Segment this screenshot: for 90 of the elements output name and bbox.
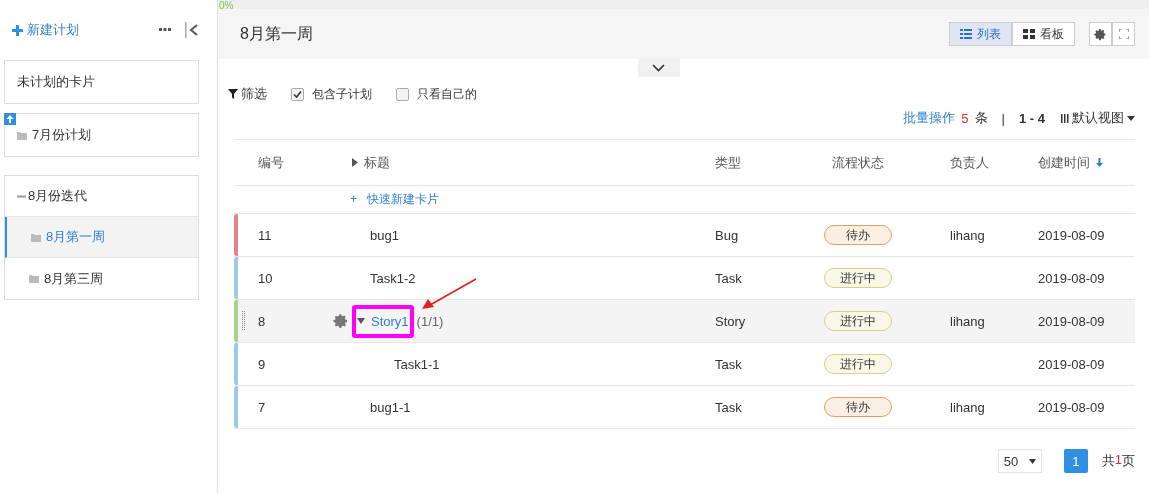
expand-toggle[interactable] [637, 59, 680, 77]
table-row[interactable]: 9 Task1-1 Task 进行中 2019-08-09 [234, 343, 1135, 386]
range-text: 1 - 4 [1019, 110, 1045, 126]
checkbox[interactable] [396, 87, 409, 101]
table-row[interactable]: 8 Story1 (1/1) Story 进行中 lihang 2019-08-09 [234, 300, 1135, 343]
table-cell-text: 8 [258, 313, 267, 329]
plus-icon [12, 24, 23, 36]
table-cell-text: 7 [258, 399, 267, 415]
plan-item[interactable]: 8月第一周 [5, 217, 198, 258]
expand-all-icon [352, 158, 358, 167]
column-header[interactable]: 标题 [330, 140, 715, 185]
funnel-icon [228, 89, 238, 99]
column-header[interactable]: 流程状态 [795, 140, 920, 185]
table-cell: lihang [950, 227, 985, 243]
caret-icon [1127, 115, 1135, 121]
table-cell: lihang [950, 399, 985, 415]
caret-icon [1028, 458, 1036, 464]
page-size-select[interactable]: 50 [997, 449, 1042, 473]
status-badge: 待办 [823, 225, 892, 245]
fullscreen-icon [1118, 29, 1129, 39]
grid-icon [1023, 29, 1035, 39]
annotation-arrow [420, 277, 478, 311]
filter-button[interactable]: 筛选 [228, 85, 267, 103]
gear-icon[interactable] [333, 313, 349, 329]
gear-icon [1094, 27, 1107, 41]
card-title[interactable]: bug1 [370, 227, 399, 243]
view-dropdown[interactable]: 默认视图 [1061, 109, 1135, 127]
column-header[interactable]: 编号 [258, 140, 330, 185]
folder-icon [31, 232, 41, 242]
collapse-icon[interactable] [185, 22, 199, 38]
table-cell-text: 2019-08-09 [1037, 227, 1106, 243]
drag-handle-icon[interactable] [242, 311, 246, 331]
sort-down-icon [1096, 158, 1103, 167]
table-cell-text: 9 [258, 356, 267, 372]
plan-title: 8月第一周 [240, 23, 313, 44]
plan-label: 8月第三周 [44, 269, 104, 288]
table-cell-text: Bug [715, 227, 740, 243]
column-header[interactable]: 创建时间 [1032, 140, 1135, 185]
folder-icon [29, 274, 39, 283]
checkbox-label: 只看自己的 [417, 85, 477, 103]
card-title[interactable]: Task1-1 [394, 356, 440, 372]
list-icon [960, 29, 972, 39]
card-title[interactable]: Task1-2 [370, 270, 416, 286]
plan-card[interactable]: 未计划的卡片 [4, 60, 199, 104]
status-badge: 进行中 [823, 268, 892, 288]
view-tab[interactable]: 看板 [1012, 22, 1075, 46]
chevron-icon [652, 64, 665, 72]
caret-icon[interactable] [357, 318, 365, 324]
table-cell-text: 2019-08-09 [1037, 270, 1106, 286]
child-count: (1/1) [416, 313, 444, 329]
column-header[interactable]: 类型 [715, 140, 795, 185]
checkbox-label: 包含子计划 [312, 85, 372, 103]
separator: | [1001, 110, 1005, 126]
table-cell-text: Task [715, 399, 743, 415]
plan-item[interactable]: 8月第三周 [5, 258, 198, 299]
table-cell-text: Story [715, 313, 747, 329]
checkbox[interactable] [291, 87, 304, 101]
card-title-link[interactable]: Story1 [371, 313, 409, 329]
table-row[interactable]: 11 bug1 Bug 待办 lihang 2019-08-09 [234, 214, 1135, 257]
count-unit: 条 [974, 109, 988, 127]
status-badge: 进行中 [823, 311, 892, 331]
plan-label: 8月第一周 [46, 228, 106, 246]
quick-add-link[interactable]: + 快速新建卡片 [350, 191, 439, 208]
total-label: 共 [1101, 452, 1115, 470]
table-cell-text: 2019-08-09 [1037, 356, 1106, 372]
status-badge: 待办 [823, 397, 892, 417]
plan-label: 7月份计划 [32, 126, 92, 144]
column-header[interactable]: 负责人 [920, 140, 1032, 185]
card-title[interactable]: bug1-1 [370, 399, 411, 415]
plan-card[interactable]: 7月份计划 [4, 113, 199, 157]
total-pages: 1 [1114, 452, 1122, 469]
new-plan-link[interactable]: 新建计划 [12, 21, 79, 39]
view-tab[interactable]: 列表 [949, 22, 1012, 46]
table-cell: lihang [950, 313, 985, 329]
table-row[interactable]: 7 bug1-1 Task 待办 lihang 2019-08-09 [234, 386, 1135, 429]
table-cell-text: Task [715, 270, 743, 286]
table-cell-text: 11 [258, 227, 273, 243]
more-icon[interactable] [159, 28, 171, 32]
progress-label: 0% [219, 0, 234, 11]
table-cell-text: 2019-08-09 [1037, 313, 1106, 329]
table-cell-text: 10 [258, 270, 274, 286]
settings-button[interactable] [1089, 22, 1112, 46]
columns-icon [1061, 113, 1069, 123]
selected-count: 5 [961, 110, 969, 126]
batch-action-link[interactable]: 批量操作 [903, 109, 956, 127]
status-badge: 进行中 [823, 354, 892, 374]
table-cell-text: Task [715, 356, 743, 372]
total-label: 页 [1122, 452, 1135, 470]
folder-icon [17, 130, 27, 140]
table-cell-text: 2019-08-09 [1037, 399, 1106, 415]
